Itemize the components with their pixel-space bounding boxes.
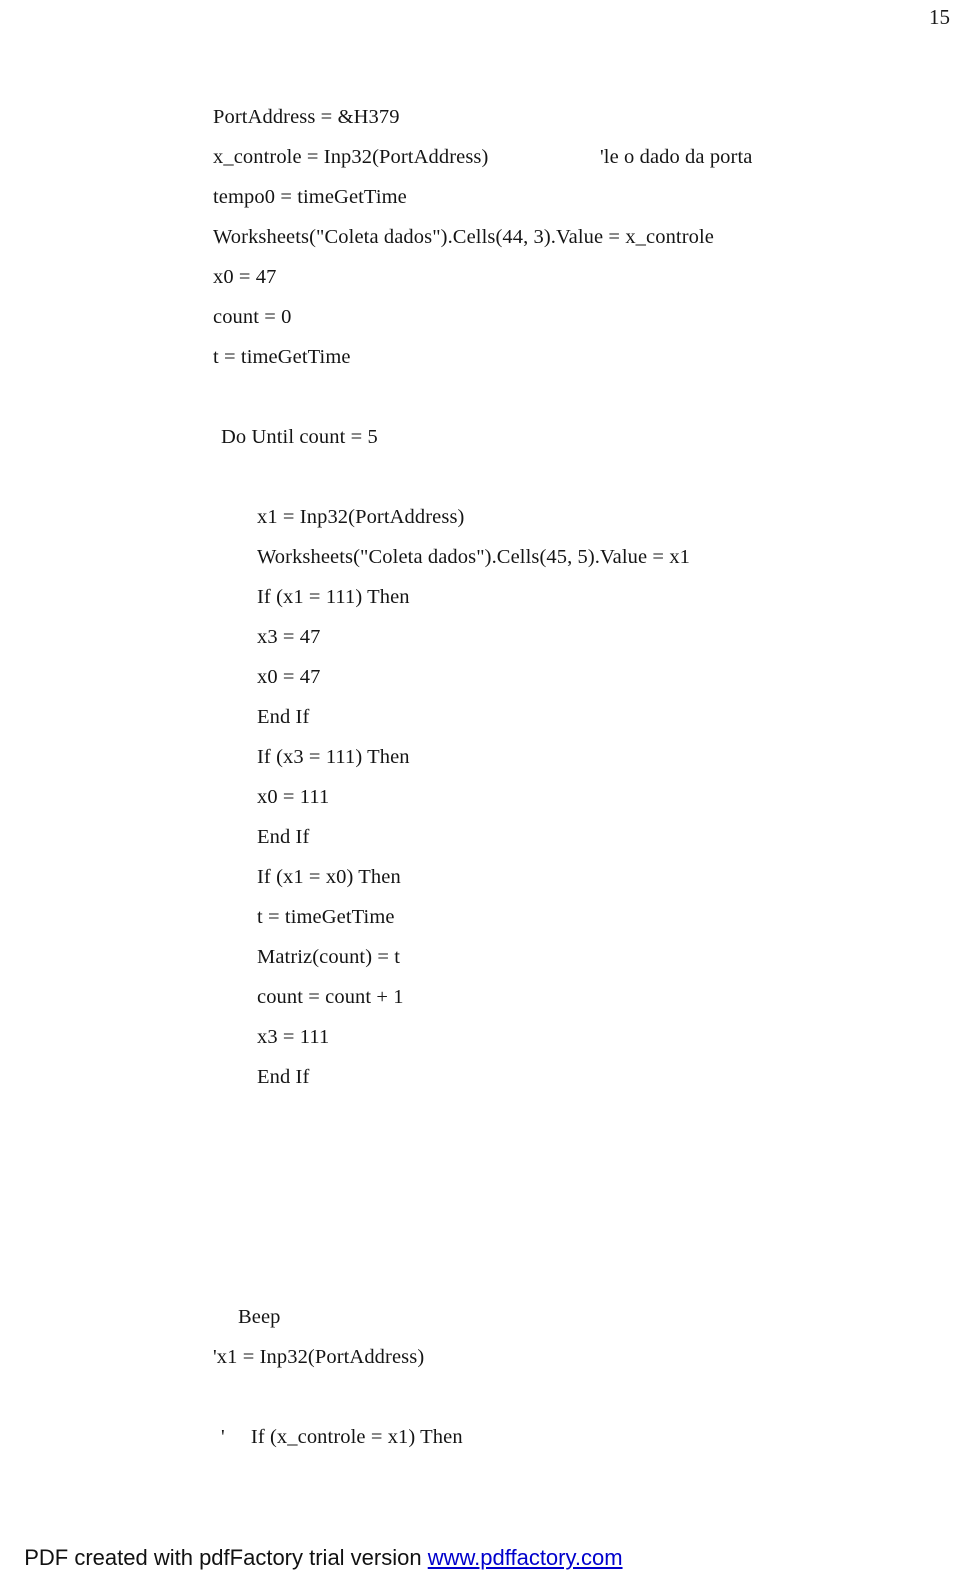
code-line: ' If (x_controle = x1) Then bbox=[0, 1417, 960, 1457]
code-line-text: Matriz(count) = t bbox=[257, 946, 401, 968]
code-line-text: count = 0 bbox=[213, 306, 292, 328]
code-line: If (x1 = 111) Then bbox=[0, 577, 960, 617]
code-line: x0 = 47 bbox=[0, 257, 960, 297]
code-line-text: End If bbox=[257, 826, 310, 848]
code-line-text: t = timeGetTime bbox=[213, 346, 351, 368]
code-line-text: PortAddress = &H379 bbox=[213, 106, 400, 128]
code-line: x3 = 47 bbox=[0, 617, 960, 657]
code-line-text: Worksheets("Coleta dados").Cells(45, 5).… bbox=[257, 546, 691, 568]
code-line: PortAddress = &H379 bbox=[0, 97, 960, 137]
code-line: x1 = Inp32(PortAddress) bbox=[0, 497, 960, 537]
code-line: x0 = 111 bbox=[0, 777, 960, 817]
footer-text: PDF created with pdfFactory trial versio… bbox=[24, 1545, 428, 1570]
code-line: tempo0 = timeGetTime bbox=[0, 177, 960, 217]
footer-url-link[interactable]: www.pdffactory.com bbox=[428, 1545, 623, 1570]
code-line: x3 = 111 bbox=[0, 1017, 960, 1057]
code-line-text: tempo0 = timeGetTime bbox=[213, 186, 407, 208]
code-line-text: Beep bbox=[238, 1306, 281, 1328]
code-line-text: ' If (x_controle = x1) Then bbox=[221, 1426, 463, 1448]
code-line-text: x0 = 47 bbox=[213, 266, 277, 288]
code-line-text: x0 = 111 bbox=[257, 786, 330, 808]
code-line: End If bbox=[0, 1057, 960, 1097]
code-block: PortAddress = &H379 x_controle = Inp32(Po… bbox=[0, 97, 960, 1457]
code-line-text: If (x1 = x0) Then bbox=[257, 866, 401, 888]
code-line: t = timeGetTime bbox=[0, 897, 960, 937]
code-line: x0 = 47 bbox=[0, 657, 960, 697]
code-line: If (x1 = x0) Then bbox=[0, 857, 960, 897]
code-line-text: 'x1 = Inp32(PortAddress) bbox=[213, 1346, 425, 1368]
code-line-text: x1 = Inp32(PortAddress) bbox=[257, 506, 465, 528]
code-line-text: Do Until count = 5 bbox=[221, 426, 378, 448]
code-line-text: x3 = 47 bbox=[257, 626, 321, 648]
code-line: x_controle = Inp32(PortAddress) 'le o dad… bbox=[0, 137, 960, 177]
code-line-text: t = timeGetTime bbox=[257, 906, 395, 928]
code-inline-comment: 'le o dado da porta bbox=[600, 146, 753, 168]
code-line: Worksheets("Coleta dados").Cells(44, 3).… bbox=[0, 217, 960, 257]
code-line: Worksheets("Coleta dados").Cells(45, 5).… bbox=[0, 537, 960, 577]
code-line-text: If (x3 = 111) Then bbox=[257, 746, 410, 768]
code-line: t = timeGetTime bbox=[0, 337, 960, 377]
code-line: 'x1 = Inp32(PortAddress) bbox=[0, 1337, 960, 1377]
code-line-text: x3 = 111 bbox=[257, 1026, 330, 1048]
code-line: count = count + 1 bbox=[0, 977, 960, 1017]
code-line-text: x_controle = Inp32(PortAddress) bbox=[213, 146, 489, 168]
code-line: count = 0 bbox=[0, 297, 960, 337]
page-number: 15 bbox=[929, 5, 950, 29]
code-line: End If bbox=[0, 817, 960, 857]
footer: PDF created with pdfFactory trial versio… bbox=[12, 1513, 623, 1573]
code-line: Do Until count = 5 bbox=[0, 417, 960, 457]
code-line: End If bbox=[0, 697, 960, 737]
code-line: If (x3 = 111) Then bbox=[0, 737, 960, 777]
code-line-text: x0 = 47 bbox=[257, 666, 321, 688]
code-line-text: count = count + 1 bbox=[257, 986, 404, 1008]
code-line: Beep bbox=[0, 1297, 960, 1337]
code-line-text: Worksheets("Coleta dados").Cells(44, 3).… bbox=[213, 226, 714, 248]
code-line-text: If (x1 = 111) Then bbox=[257, 586, 410, 608]
code-line-text: End If bbox=[257, 1066, 310, 1088]
code-line-text: End If bbox=[257, 706, 310, 728]
code-line: Matriz(count) = t bbox=[0, 937, 960, 977]
